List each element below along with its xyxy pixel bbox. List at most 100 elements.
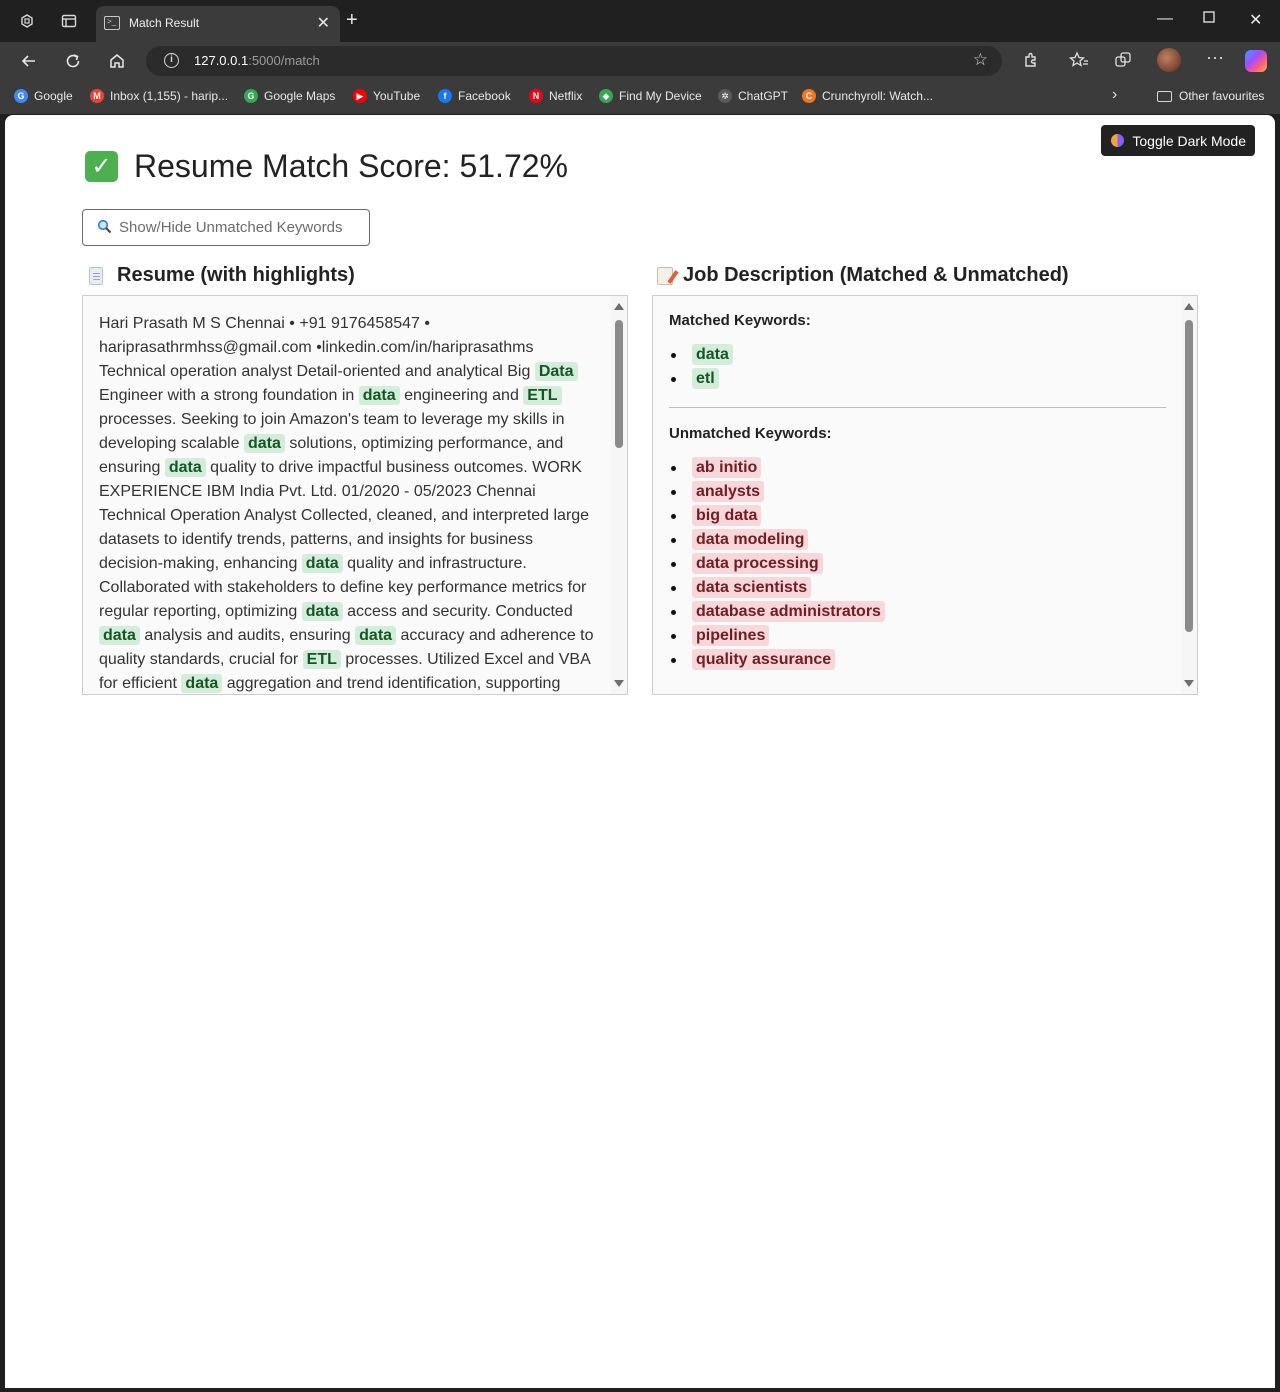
jd-panel[interactable]: Matched Keywords: data etl Unmatched Keyw…	[652, 295, 1198, 695]
bookmark-item[interactable]: N Netflix	[529, 89, 582, 103]
minimize-icon[interactable]: —	[1157, 10, 1173, 28]
highlighted-keyword: data	[164, 458, 206, 477]
collections-icon[interactable]	[1114, 51, 1132, 74]
unmatched-keyword: ab initio	[692, 457, 762, 478]
bookmark-label: Google Maps	[264, 89, 336, 103]
list-item: data	[669, 343, 1166, 367]
bookmark-item[interactable]: C Crunchyroll: Watch...	[802, 89, 933, 103]
unmatched-keyword: quality assurance	[692, 649, 836, 670]
unmatched-keyword: big data	[692, 505, 762, 526]
highlighted-keyword: ETL	[302, 650, 341, 669]
bookmarks-overflow-chevron-icon[interactable]: ›	[1112, 86, 1117, 104]
workspaces-icon[interactable]	[18, 12, 36, 30]
highlighted-keyword: data	[99, 626, 140, 645]
jd-heading-label: Job Description (Matched & Unmatched)	[683, 264, 1069, 286]
back-icon[interactable]	[18, 50, 40, 72]
favorites-icon[interactable]	[1068, 51, 1089, 74]
list-item: quality assurance	[669, 648, 1166, 672]
unmatched-keyword: data processing	[692, 553, 823, 574]
list-item: data scientists	[669, 576, 1166, 600]
unmatched-keyword: data scientists	[692, 577, 812, 598]
address-bar[interactable]: i 127.0.0.1:5000/match ☆	[146, 46, 1002, 76]
matched-keyword-list: data etl	[669, 343, 1166, 391]
jd-scrollbar[interactable]	[1181, 296, 1197, 694]
bookmark-favicon-icon: f	[438, 89, 452, 103]
bookmark-label: Crunchyroll: Watch...	[822, 89, 933, 103]
list-item: database administrators	[669, 600, 1166, 624]
url-text: 127.0.0.1:5000/match	[194, 53, 320, 68]
resume-panel[interactable]: Hari Prasath M S Chennai • +91 917645854…	[82, 295, 628, 695]
scroll-down-arrow-icon[interactable]	[1184, 680, 1194, 687]
matched-keyword: data	[692, 344, 733, 365]
highlighted-keyword: data	[244, 434, 285, 453]
toggle-unmatched-button[interactable]: Show/Hide Unmatched Keywords	[82, 209, 370, 246]
bookmark-item[interactable]: ✲ ChatGPT	[718, 89, 788, 103]
other-favourites-label: Other favourites	[1179, 89, 1265, 103]
toggle-unmatched-label: Show/Hide Unmatched Keywords	[119, 219, 343, 236]
matched-keyword: etl	[692, 368, 719, 389]
more-options-icon[interactable]: ···	[1206, 47, 1224, 68]
other-favourites-folder[interactable]: Other favourites	[1157, 89, 1264, 103]
bookmark-favicon-icon: C	[802, 89, 816, 103]
unmatched-keyword-list: ab initio analysts big data data modeling da…	[669, 456, 1166, 672]
bookmark-favicon-icon: M	[90, 89, 104, 103]
bookmark-item[interactable]: G Google	[14, 89, 73, 103]
bookmark-label: Facebook	[458, 89, 511, 103]
dark-mode-toggle-label: Toggle Dark Mode	[1132, 132, 1246, 149]
bookmark-item[interactable]: ▶ YouTube	[353, 89, 420, 103]
close-window-icon[interactable]: ✕	[1249, 10, 1262, 30]
check-mark-icon: ✓	[85, 151, 118, 182]
browser-titlebar: >_ Match Result ✕ + — ✕	[0, 0, 1280, 42]
reload-icon[interactable]	[62, 50, 84, 72]
highlighted-keyword: data	[301, 602, 343, 621]
bookmark-item[interactable]: M Inbox (1,155) - harip...	[90, 89, 228, 103]
highlighted-keyword: data	[355, 626, 397, 645]
extensions-icon[interactable]	[1022, 51, 1040, 74]
active-tab[interactable]: >_ Match Result ✕	[96, 6, 340, 42]
copilot-icon[interactable]	[1245, 50, 1267, 72]
highlighted-keyword: data	[358, 386, 400, 405]
list-item: analysts	[669, 480, 1166, 504]
bookmark-item[interactable]: f Facebook	[438, 89, 511, 103]
scroll-thumb[interactable]	[615, 320, 623, 448]
scroll-up-arrow-icon[interactable]	[1184, 303, 1194, 310]
list-item: etl	[669, 367, 1166, 391]
scroll-up-arrow-icon[interactable]	[614, 303, 624, 310]
scroll-thumb[interactable]	[1185, 320, 1193, 632]
folder-icon	[1157, 90, 1172, 102]
resume-heading: Resume (with highlights)	[89, 264, 355, 287]
page-viewport: Toggle Dark Mode ✓ Resume Match Score: 5…	[5, 115, 1275, 1388]
scroll-down-arrow-icon[interactable]	[614, 680, 624, 687]
unmatched-heading: Unmatched Keywords:	[669, 425, 832, 442]
bookmark-label: Inbox (1,155) - harip...	[110, 89, 229, 103]
bookmark-favicon-icon: ◆	[599, 89, 613, 103]
bookmark-item[interactable]: ◆ Find My Device	[599, 89, 702, 103]
unmatched-keyword: analysts	[692, 481, 765, 502]
terminal-favicon-icon: >_	[104, 16, 120, 30]
profile-avatar[interactable]	[1157, 48, 1181, 72]
vertical-tabs-icon[interactable]	[60, 12, 78, 30]
highlighted-keyword: data	[181, 674, 223, 693]
bookmark-favicon-icon: ✲	[718, 89, 732, 103]
list-item: pipelines	[669, 624, 1166, 648]
dark-mode-toggle-button[interactable]: Toggle Dark Mode	[1101, 125, 1255, 156]
match-score-text: Resume Match Score: 51.72%	[134, 148, 568, 184]
jd-content: Matched Keywords: data etl Unmatched Keyw…	[669, 312, 1166, 672]
home-icon[interactable]	[106, 50, 128, 72]
half-moon-icon	[1111, 134, 1125, 147]
site-info-icon[interactable]: i	[164, 53, 179, 68]
favorite-star-icon[interactable]: ☆	[973, 50, 988, 70]
list-item: ab initio	[669, 456, 1166, 480]
bookmark-item[interactable]: G Google Maps	[244, 89, 335, 103]
resume-heading-label: Resume (with highlights)	[117, 264, 355, 286]
maximize-icon[interactable]	[1203, 10, 1215, 28]
tab-close-icon[interactable]: ✕	[317, 13, 330, 33]
bookmark-label: Find My Device	[619, 89, 702, 103]
magnifier-icon	[97, 219, 112, 237]
matched-heading: Matched Keywords:	[669, 312, 811, 329]
jd-heading: Job Description (Matched & Unmatched)	[657, 264, 1069, 287]
list-item: data modeling	[669, 528, 1166, 552]
new-tab-icon[interactable]: +	[346, 10, 358, 30]
unmatched-keyword: database administrators	[692, 601, 885, 622]
resume-scrollbar[interactable]	[611, 296, 627, 694]
